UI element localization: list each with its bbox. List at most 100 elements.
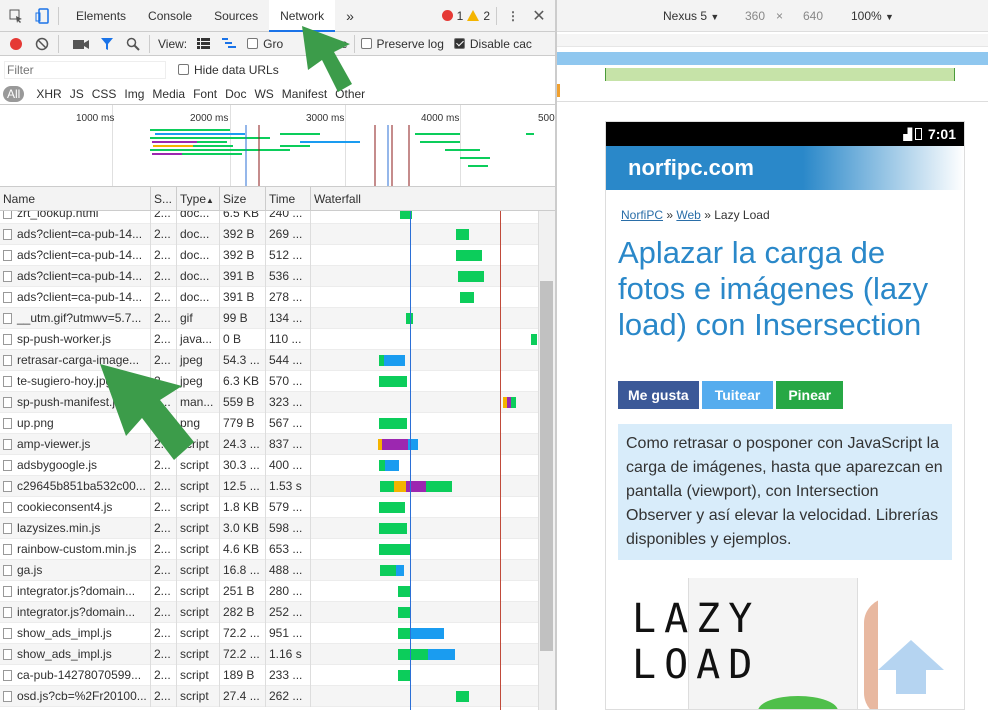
breadcrumb-separator: » [666, 208, 674, 222]
table-row[interactable]: ads?client=ca-pub-14... 2... doc... 392 B 51… [0, 245, 538, 266]
table-row[interactable]: te-sugiero-hoy.jpg2...jpeg6.3 KB570 ... [0, 371, 538, 392]
table-row[interactable]: rainbow-custom.min.js 2... script 4.6 KB 653… [0, 539, 538, 560]
image-title-line1: LAZY [632, 596, 761, 642]
table-row[interactable]: cookieconsent4.js 2... script 1.8 KB 579 ... [0, 497, 538, 518]
column-name[interactable]: Name [0, 187, 151, 211]
table-row[interactable]: integrator.js?domain... 2... script 282 B 25… [0, 602, 538, 623]
network-overview[interactable]: 1000 ms 2000 ms 3000 ms 4000 ms 500 [0, 105, 555, 187]
table-row[interactable]: osd.js?cb=%2Fr20100... 2... script 27.4 ...… [0, 686, 538, 707]
table-row[interactable]: adsbygoogle.js 2... script 30.3 ... 400 ... [0, 455, 538, 476]
device-name: Nexus 5 [663, 9, 708, 23]
preserve-log-checkbox[interactable]: Preserve log [360, 37, 444, 51]
column-time[interactable]: Time [266, 187, 311, 211]
scroll-to-top-arrow-icon[interactable] [876, 636, 946, 696]
device-toolbar-icon[interactable] [32, 6, 52, 26]
request-name: integrator.js?domain... [17, 605, 136, 619]
dom-content-loaded-line [410, 211, 411, 710]
device-select[interactable]: Nexus 5 ▼ [663, 9, 719, 23]
request-name: ga.js [17, 563, 43, 577]
hide-data-urls-checkbox[interactable]: Hide data URLs [178, 63, 279, 77]
table-row[interactable]: ads?client=ca-pub-14... 2... doc... 391 B 27… [0, 287, 538, 308]
waterfall-view-icon[interactable] [219, 34, 239, 54]
pinterest-pin-button[interactable]: Pinear [776, 381, 844, 409]
media-query-bars[interactable] [557, 32, 988, 102]
device-width-input[interactable]: 360 [745, 9, 765, 23]
issue-counters[interactable]: 1 2 [441, 9, 490, 23]
clear-icon[interactable] [32, 34, 52, 54]
scrollbar-thumb[interactable] [540, 281, 553, 651]
column-type[interactable]: Type▲ [177, 187, 220, 211]
table-row[interactable]: show_ads_impl.js 2... script 72.2 ... 951 ..… [0, 623, 538, 644]
cell-type: script [177, 560, 220, 581]
table-row[interactable]: __utm.gif?utmwv=5.7... 2... gif 99 B 134 ... [0, 308, 538, 329]
inspect-element-icon[interactable] [6, 6, 26, 26]
twitter-tweet-button[interactable]: Tuitear [701, 381, 774, 409]
table-row[interactable]: ca-pub-14278070599... 2... script 189 B 233 … [0, 665, 538, 686]
large-rows-icon[interactable] [193, 34, 213, 54]
close-icon[interactable]: ✕ [529, 6, 549, 26]
page-title: Aplazar la carga de fotos e imágenes (la… [618, 235, 929, 342]
disable-cache-checkbox[interactable]: Disable cac [453, 37, 532, 51]
filter-icon[interactable] [97, 34, 117, 54]
device-height-input[interactable]: 640 [803, 9, 823, 23]
type-filter-css[interactable]: CSS [92, 87, 117, 101]
tab-sources[interactable]: Sources [203, 0, 269, 32]
table-row[interactable]: show_ads_impl.js 2... script 72.2 ... 1.16 s [0, 644, 538, 665]
type-filter-doc[interactable]: Doc [225, 87, 246, 101]
panel-divider[interactable] [555, 0, 557, 710]
table-row[interactable]: up.png2...png779 B567 ... [0, 413, 538, 434]
facebook-like-button[interactable]: Me gusta [618, 381, 699, 409]
cell-name: cookieconsent4.js [0, 497, 151, 518]
table-row[interactable]: zrt_lookup.html 2... doc... 6.5 KB 240 ... [0, 211, 538, 224]
table-row[interactable]: sp-push-manifest.json 2... man... 559 B 323 … [0, 392, 538, 413]
cell-time: 110 ... [266, 329, 311, 350]
table-row[interactable]: integrator.js?domain... 2... script 251 B 28… [0, 581, 538, 602]
zoom-select[interactable]: 100% ▼ [851, 9, 894, 23]
file-icon [3, 544, 12, 555]
type-filter-ws[interactable]: WS [254, 87, 273, 101]
cell-size: 779 B [220, 413, 266, 434]
column-status[interactable]: S... [151, 187, 177, 211]
tab-elements[interactable]: Elements [65, 0, 137, 32]
cell-status: 2... [151, 644, 177, 665]
cell-status: 2... [151, 266, 177, 287]
column-waterfall[interactable]: Waterfall [311, 187, 555, 211]
table-row[interactable]: ga.js 2... script 16.8 ... 488 ... [0, 560, 538, 581]
record-icon[interactable] [6, 34, 26, 54]
table-scrollbar[interactable] [538, 211, 555, 710]
cell-name: ca-pub-14278070599... [0, 665, 151, 686]
type-filter-font[interactable]: Font [193, 87, 217, 101]
type-filter-media[interactable]: Media [152, 87, 185, 101]
type-filter-all[interactable]: All [3, 85, 25, 102]
type-filter-bar: All XHR JS CSS Img Media Font Doc WS Man… [0, 83, 555, 105]
tab-console[interactable]: Console [137, 0, 203, 32]
table-row[interactable]: lazysizes.min.js 2... script 3.0 KB 598 ... [0, 518, 538, 539]
request-name: integrator.js?domain... [17, 584, 136, 598]
share-buttons: Me gusta Tuitear Pinear [606, 343, 964, 409]
column-size[interactable]: Size [220, 187, 266, 211]
table-row[interactable]: ads?client=ca-pub-14... 2... doc... 391 B 53… [0, 266, 538, 287]
site-header[interactable]: norfipc.com [606, 146, 964, 190]
table-row[interactable]: c29645b851ba532c00... 2... script 12.5 ... 1… [0, 476, 538, 497]
table-row[interactable]: sp-push-worker.js 2... java... 0 B 110 ... [0, 329, 538, 350]
type-filter-js[interactable]: JS [70, 87, 84, 101]
cell-type: script [177, 686, 220, 707]
cell-size: 24.3 ... [220, 434, 266, 455]
screenshot-camera-icon[interactable] [71, 34, 91, 54]
type-filter-img[interactable]: Img [124, 87, 144, 101]
cell-time: 837 ... [266, 434, 311, 455]
breadcrumb-home-link[interactable]: NorfiPC [621, 208, 663, 222]
cell-type: script [177, 497, 220, 518]
table-row[interactable]: amp-viewer.js2...script24.3 ...837 ... [0, 434, 538, 455]
type-filter-xhr[interactable]: XHR [36, 87, 61, 101]
table-row[interactable]: ads?client=ca-pub-14... 2... doc... 392 B 26… [0, 224, 538, 245]
kebab-menu-icon[interactable]: ⋮ [503, 6, 523, 26]
cell-time: 488 ... [266, 560, 311, 581]
filter-input[interactable] [4, 60, 166, 79]
cell-time: 653 ... [266, 539, 311, 560]
breadcrumb-web-link[interactable]: Web [676, 208, 700, 222]
search-icon[interactable] [123, 34, 143, 54]
cell-size: 1.8 KB [220, 497, 266, 518]
cell-size: 54.3 ... [220, 350, 266, 371]
table-row[interactable]: retrasar-carga-image... 2... jpeg 54.3 ... 5… [0, 350, 538, 371]
